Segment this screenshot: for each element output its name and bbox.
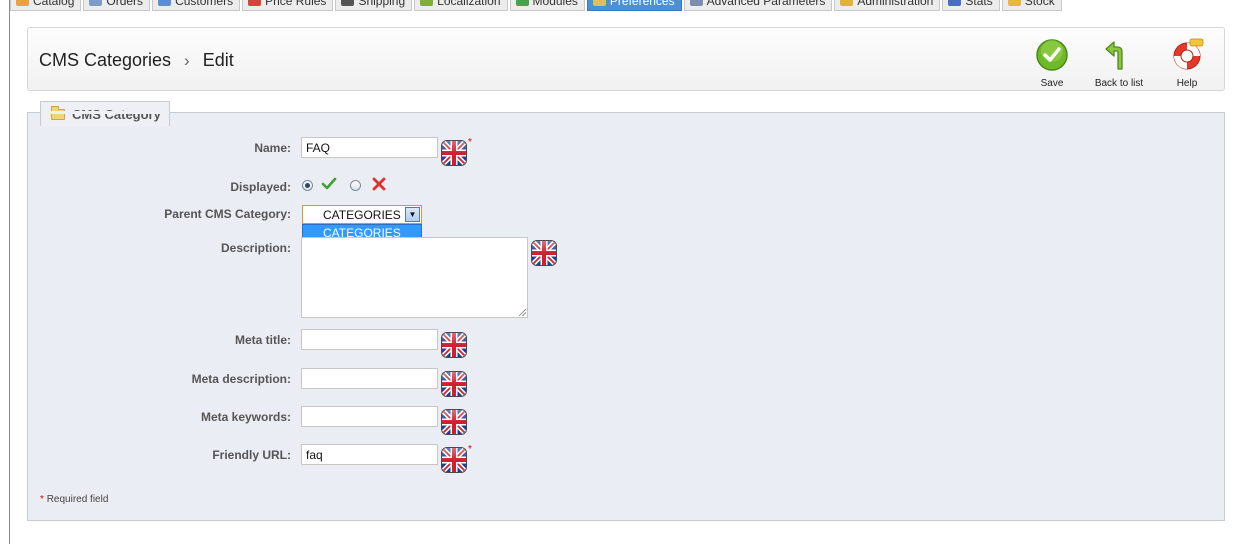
- administration-icon: [840, 0, 854, 6]
- language-flag-icon[interactable]: [442, 372, 466, 396]
- help-label: Help: [1176, 78, 1198, 89]
- enabled-check-icon[interactable]: [321, 177, 337, 191]
- tab-label: Stock: [1024, 0, 1055, 8]
- language-flag-icon[interactable]: [532, 241, 556, 265]
- save-label: Save: [1040, 78, 1064, 89]
- price-rules-icon: [248, 0, 262, 6]
- save-icon: [1036, 39, 1068, 71]
- description-textarea[interactable]: [301, 237, 528, 318]
- required-field-note: * Required field: [40, 494, 108, 505]
- parent-category-label: Parent CMS Category:: [164, 207, 291, 221]
- friendly-url-label: Friendly URL:: [212, 448, 291, 462]
- help-button[interactable]: Help: [1168, 38, 1206, 89]
- main-tabs: Catalog Orders Customers Price Rules Shippin…: [10, 0, 1064, 11]
- tab-catalog[interactable]: Catalog: [10, 0, 82, 11]
- orders-icon: [89, 0, 103, 6]
- meta-title-label: Meta title:: [234, 333, 291, 347]
- parent-category-value: CATEGORIES: [323, 208, 401, 222]
- tab-label: Price Rules: [265, 0, 327, 8]
- name-label: Name:: [254, 141, 291, 155]
- meta-keywords-label: Meta keywords:: [200, 410, 291, 424]
- language-flag-icon[interactable]: [442, 141, 466, 165]
- tab-modules[interactable]: Modules: [509, 0, 585, 11]
- save-button[interactable]: Save: [1034, 38, 1070, 89]
- customers-icon: [158, 0, 172, 6]
- tab-shipping[interactable]: Shipping: [335, 0, 413, 11]
- meta-description-label: Meta description:: [191, 372, 291, 386]
- page-title: Edit: [202, 50, 234, 70]
- chevron-down-icon[interactable]: ▼: [405, 207, 420, 222]
- stock-icon: [1007, 0, 1021, 6]
- friendly-url-input[interactable]: faq: [301, 444, 438, 465]
- required-marker: *: [468, 444, 472, 455]
- tab-advanced-parameters[interactable]: Advanced Parameters: [683, 0, 833, 11]
- shipping-icon: [341, 0, 355, 6]
- disabled-cross-icon[interactable]: [372, 177, 386, 191]
- back-to-list-button[interactable]: Back to list: [1091, 38, 1147, 89]
- tab-label: Modules: [532, 0, 578, 8]
- back-to-list-label: Back to list: [1094, 78, 1144, 89]
- tab-price-rules[interactable]: Price Rules: [242, 0, 334, 11]
- tab-label: Advanced Parameters: [706, 0, 826, 8]
- tab-label: Orders: [106, 0, 144, 8]
- description-label: Description:: [220, 241, 291, 255]
- tab-preferences[interactable]: Preferences: [586, 0, 682, 11]
- tab-label: Stats: [965, 0, 993, 8]
- meta-keywords-input[interactable]: [301, 406, 438, 427]
- displayed-no-radio[interactable]: [350, 180, 361, 191]
- meta-title-input[interactable]: [301, 329, 438, 350]
- tab-stock[interactable]: Stock: [1001, 0, 1062, 11]
- tab-customers[interactable]: Customers: [152, 0, 241, 11]
- tab-localization[interactable]: Localization: [414, 0, 508, 11]
- displayed-yes-radio[interactable]: [302, 180, 313, 191]
- name-input[interactable]: FAQ: [301, 137, 438, 158]
- toolbar: CMS Categories › Edit Save Back to list …: [27, 27, 1225, 91]
- preferences-icon: [592, 0, 606, 6]
- language-flag-icon[interactable]: [442, 448, 466, 472]
- tab-label: Preferences: [609, 0, 675, 8]
- required-field-text: Required field: [46, 494, 109, 505]
- tab-label: Catalog: [33, 0, 75, 8]
- legend-label: CMS Category: [72, 106, 161, 122]
- language-flag-icon[interactable]: [442, 410, 466, 434]
- back-arrow-icon: [1105, 41, 1123, 70]
- lifebuoy-icon: [1173, 38, 1204, 70]
- breadcrumb-section[interactable]: CMS Categories: [39, 50, 171, 71]
- tab-label: Localization: [437, 0, 501, 8]
- parent-category-select[interactable]: CATEGORIES ▼: [302, 205, 422, 224]
- tab-label: Administration: [857, 0, 934, 8]
- tab-administration[interactable]: Administration: [834, 0, 941, 11]
- localization-icon: [420, 0, 434, 6]
- advanced-parameters-icon: [689, 0, 703, 6]
- required-star: *: [40, 494, 44, 505]
- breadcrumb: CMS Categories › Edit: [39, 50, 234, 71]
- displayed-label: Displayed:: [230, 180, 291, 194]
- left-border: [9, 0, 10, 544]
- cms-category-fieldset: [27, 112, 1225, 521]
- tab-orders[interactable]: Orders: [83, 0, 151, 11]
- stats-icon: [948, 0, 962, 6]
- tab-stats[interactable]: Stats: [942, 0, 1000, 11]
- modules-icon: [515, 0, 529, 6]
- breadcrumb-separator-icon: ›: [184, 50, 190, 70]
- language-flag-icon[interactable]: [442, 333, 466, 357]
- meta-description-input[interactable]: [301, 368, 438, 389]
- tab-label: Shipping: [358, 0, 406, 8]
- required-marker: *: [468, 137, 472, 148]
- catalog-icon: [16, 0, 29, 6]
- tab-label: Customers: [175, 0, 234, 8]
